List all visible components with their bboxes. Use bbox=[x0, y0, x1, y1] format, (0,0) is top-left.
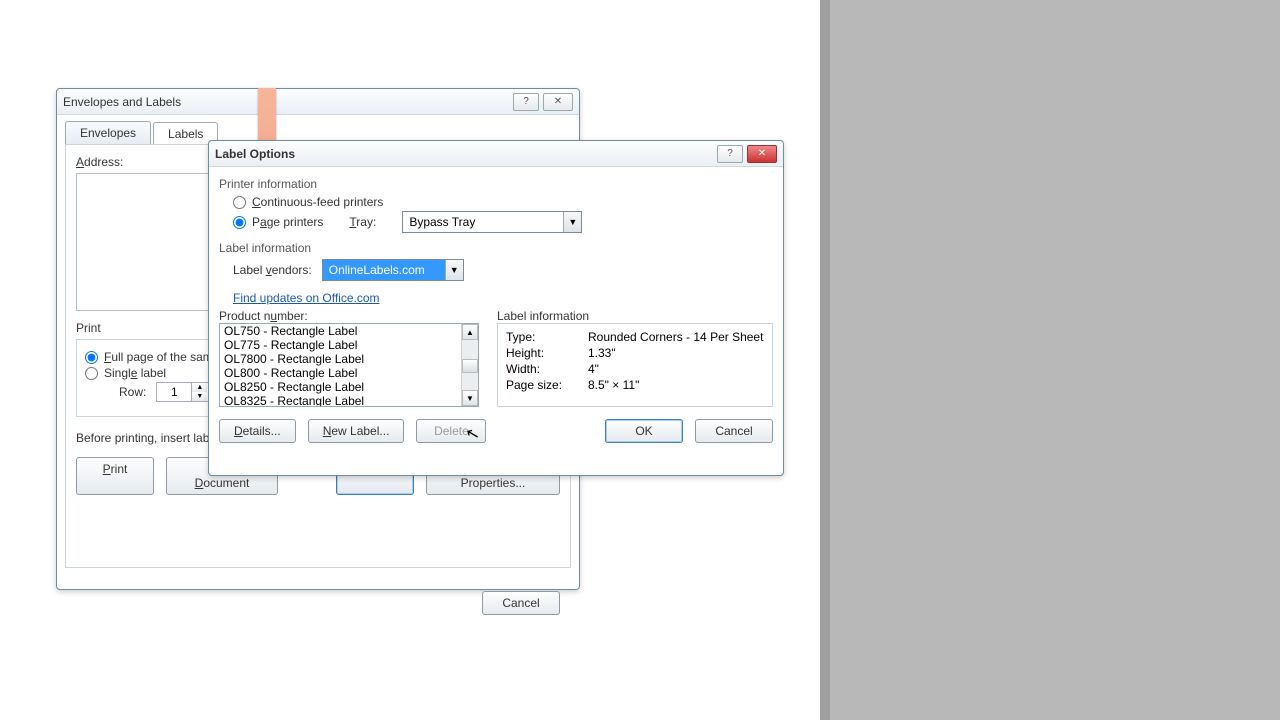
row-input[interactable] bbox=[157, 384, 191, 400]
info-width-label: Width: bbox=[506, 362, 588, 376]
row-label: Row: bbox=[119, 385, 146, 399]
radio-continuous-feed[interactable] bbox=[233, 196, 246, 209]
scroll-thumb[interactable] bbox=[462, 359, 478, 373]
tray-select-value: Bypass Tray bbox=[403, 212, 563, 232]
tab-envelopes[interactable]: Envelopes bbox=[65, 121, 151, 144]
scroll-down-button[interactable]: ▼ bbox=[462, 390, 478, 406]
radio-page-printers-label: Page printers bbox=[252, 215, 323, 229]
label-info-subheader: Label information bbox=[497, 309, 773, 323]
app-background-right bbox=[820, 0, 1280, 720]
radio-single-label[interactable] bbox=[85, 367, 98, 380]
info-type-label: Type: bbox=[506, 330, 588, 344]
printer-info-header: Printer information bbox=[219, 177, 773, 191]
dialog-titlebar: Envelopes and Labels ? ✕ bbox=[57, 89, 579, 115]
list-item[interactable]: OL7800 - Rectangle Label bbox=[220, 352, 461, 366]
dialog-title-text: Envelopes and Labels bbox=[63, 95, 509, 109]
tray-select-dropdown-button[interactable]: ▼ bbox=[563, 212, 581, 232]
radio-page-printers[interactable] bbox=[233, 216, 246, 229]
new-label-button[interactable]: New Label... bbox=[308, 419, 405, 443]
scroll-track[interactable] bbox=[462, 340, 478, 390]
radio-continuous-feed-label: Continuous-feed printers bbox=[252, 195, 383, 209]
details-button[interactable]: Details... bbox=[219, 419, 296, 443]
product-number-listbox[interactable]: OL750 - Rectangle Label OL775 - Rectangl… bbox=[219, 323, 479, 407]
app-background-right-inner bbox=[830, 0, 1280, 720]
radio-single-label-label: Single label bbox=[104, 366, 166, 380]
product-number-items: OL750 - Rectangle Label OL775 - Rectangl… bbox=[220, 324, 461, 406]
tray-select[interactable]: Bypass Tray ▼ bbox=[402, 211, 582, 233]
list-item[interactable]: OL750 - Rectangle Label bbox=[220, 324, 461, 338]
tab-labels-label: Labels bbox=[168, 127, 203, 141]
print-button[interactable]: Print bbox=[76, 457, 154, 495]
close-button[interactable]: ✕ bbox=[543, 93, 573, 111]
find-updates-link[interactable]: Find updates on Office.com bbox=[233, 291, 380, 305]
info-height-label: Height: bbox=[506, 346, 588, 360]
label-info-box: Type: Rounded Corners - 14 Per Sheet Hei… bbox=[497, 323, 773, 407]
listbox-scrollbar[interactable]: ▲ ▼ bbox=[461, 324, 478, 406]
vendors-select[interactable]: OnlineLabels.com ▼ bbox=[322, 259, 464, 281]
info-width-value: 4" bbox=[588, 362, 764, 376]
scroll-up-button[interactable]: ▲ bbox=[462, 324, 478, 340]
tray-label: Tray: bbox=[349, 215, 376, 229]
tab-envelopes-label: Envelopes bbox=[80, 126, 136, 140]
list-item[interactable]: OL800 - Rectangle Label bbox=[220, 366, 461, 380]
row-spinner[interactable]: ▲▼ bbox=[156, 382, 210, 402]
label-options-dialog: Label Options ? ✕ Printer information Co… bbox=[208, 140, 784, 476]
label-options-close-button[interactable]: ✕ bbox=[747, 145, 777, 163]
info-page-label: Page size: bbox=[506, 378, 588, 392]
ok-button[interactable]: OK bbox=[605, 419, 683, 443]
help-button[interactable]: ? bbox=[513, 93, 539, 111]
label-info-header: Label information bbox=[219, 241, 773, 255]
list-item[interactable]: OL8250 - Rectangle Label bbox=[220, 380, 461, 394]
list-item[interactable]: OL8325 - Rectangle Label bbox=[220, 394, 461, 406]
info-page-value: 8.5" × 11" bbox=[588, 378, 764, 392]
label-options-help-button[interactable]: ? bbox=[717, 145, 743, 163]
vendors-label: Label vendors: bbox=[233, 263, 312, 277]
label-options-titlebar: Label Options ? ✕ bbox=[209, 141, 783, 167]
radio-full-page[interactable] bbox=[85, 351, 98, 364]
info-type-value: Rounded Corners - 14 Per Sheet bbox=[588, 330, 764, 344]
row-spin-down[interactable]: ▼ bbox=[191, 392, 207, 401]
label-options-title-text: Label Options bbox=[215, 147, 713, 161]
label-options-cancel-button[interactable]: Cancel bbox=[695, 419, 773, 443]
vendors-select-dropdown-button[interactable]: ▼ bbox=[445, 260, 463, 280]
info-height-value: 1.33" bbox=[588, 346, 764, 360]
label-options-body: Printer information Continuous-feed prin… bbox=[209, 167, 783, 453]
cancel-button[interactable]: Cancel bbox=[482, 591, 560, 615]
row-spin-up[interactable]: ▲ bbox=[191, 383, 207, 392]
vendors-select-value: OnlineLabels.com bbox=[323, 260, 445, 280]
list-item[interactable]: OL775 - Rectangle Label bbox=[220, 338, 461, 352]
product-number-label: Product number: bbox=[219, 309, 479, 323]
